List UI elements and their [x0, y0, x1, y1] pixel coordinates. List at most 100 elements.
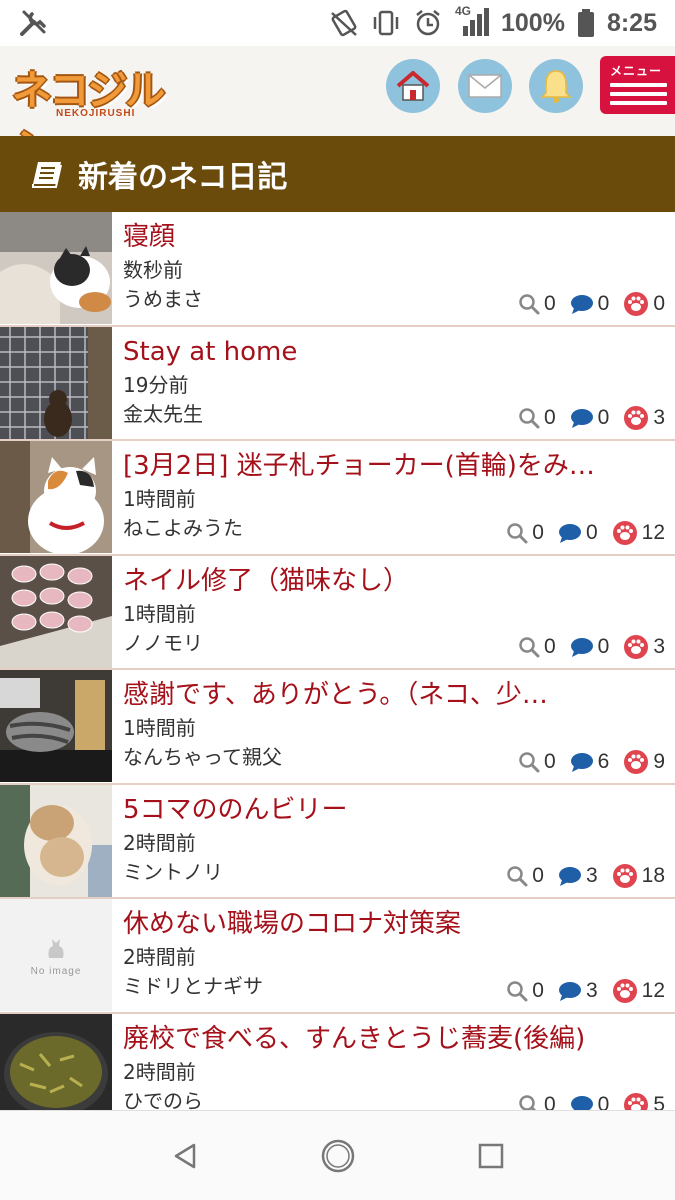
signal-icon: [463, 8, 489, 36]
entry-thumbnail[interactable]: [0, 670, 112, 782]
diary-entry[interactable]: 廃校で食べる、すんきとうじ蕎麦(後編) 2時間前 ひでのら 0 0 5: [0, 1013, 675, 1110]
section-header: 新着のネコ日記: [0, 136, 675, 212]
entry-thumbnail[interactable]: [0, 441, 112, 553]
entry-title[interactable]: [3月2日] 迷子札チョーカー(首輪)をみ…: [123, 447, 658, 485]
logo-subtext: NEKOJIRUSHI: [56, 108, 136, 119]
entry-stats: 0 0 5: [510, 1092, 665, 1110]
cat-photo-thumbnail: [0, 212, 112, 324]
clock: 8:25: [606, 8, 657, 37]
cat-photo-thumbnail: [0, 326, 112, 439]
menu-button[interactable]: メニュー: [600, 56, 675, 114]
views-count: 0: [532, 520, 544, 544]
comments-count: 6: [597, 749, 610, 773]
entry-stats: 0 0 3: [510, 405, 665, 431]
bell-icon: [540, 70, 572, 103]
comment-icon: [570, 752, 593, 772]
entry-title[interactable]: ネイル修了（猫味なし）: [123, 562, 658, 600]
likes-count: 9: [653, 749, 665, 773]
views-count: 0: [532, 864, 544, 887]
notifications-button[interactable]: [529, 59, 583, 113]
likes-count: 5: [653, 1093, 665, 1110]
cat-photo-thumbnail: [0, 670, 112, 782]
entry-stats: 0 0 3: [510, 634, 665, 660]
no-sim-icon: [331, 9, 357, 37]
entry-title[interactable]: Stay at home: [123, 333, 658, 371]
section-title: 新着のネコ日記: [78, 160, 288, 195]
paw-icon: [624, 749, 649, 774]
likes-count: 12: [641, 978, 665, 1002]
cat-silhouette-icon: [48, 938, 64, 958]
paw-icon: [612, 864, 637, 888]
entry-title[interactable]: 休めない職場のコロナ対策案: [123, 905, 658, 943]
paw-icon: [612, 978, 637, 1003]
book-icon: [32, 162, 62, 188]
cat-photo-thumbnail: [0, 784, 112, 897]
entry-time: 1時間前: [123, 601, 196, 626]
battery-percent: 100%: [501, 8, 565, 37]
likes-count: 12: [641, 520, 665, 544]
battery-icon: [577, 9, 594, 37]
entry-title[interactable]: 5コマののんビリー: [123, 791, 658, 829]
comment-icon: [570, 294, 593, 314]
home-icon: [396, 71, 430, 101]
diary-entry[interactable]: No image 休めない職場のコロナ対策案 2時間前 ミドリとナギサ 0 3 …: [0, 899, 675, 1014]
alarm-icon: [416, 10, 440, 36]
comment-icon: [558, 523, 581, 543]
back-icon[interactable]: [170, 1141, 200, 1171]
status-bar: 4G 100% 8:25: [0, 0, 675, 46]
entry-title[interactable]: 廃校で食べる、すんきとうじ蕎麦(後編): [123, 1020, 658, 1058]
mail-button[interactable]: [458, 59, 512, 113]
recents-icon[interactable]: [477, 1142, 505, 1170]
diary-entry[interactable]: [3月2日] 迷子札チョーカー(首輪)をみ… 1時間前 ねこよみうた 0 0 1…: [0, 441, 675, 556]
paw-icon: [624, 291, 649, 316]
comments-count: 0: [597, 635, 610, 658]
likes-count: 3: [653, 406, 665, 429]
site-logo[interactable]: ネコジルシ NEKOJIRUSHI: [12, 58, 184, 172]
entry-title[interactable]: 寝顔: [123, 218, 658, 256]
comment-icon: [558, 867, 581, 886]
likes-count: 18: [641, 864, 665, 887]
entry-thumbnail[interactable]: [0, 555, 112, 668]
diary-entry[interactable]: ネイル修了（猫味なし） 1時間前 ノノモリ 0 0 3: [0, 555, 675, 670]
likes-count: 3: [653, 635, 665, 658]
diary-entry[interactable]: Stay at home 19分前 金太先生 0 0 3: [0, 326, 675, 441]
comment-icon: [570, 638, 593, 657]
views-count: 0: [543, 291, 556, 315]
diary-entry[interactable]: 感謝です、ありがとう。（ネコ、少… 1時間前 なんちゃって親父 0 6 9: [0, 670, 675, 785]
entry-title[interactable]: 感謝です、ありがとう。（ネコ、少…: [123, 676, 658, 714]
comments-count: 3: [585, 864, 598, 887]
entry-time: 1時間前: [123, 716, 196, 740]
comment-icon: [558, 981, 581, 1001]
home-nav-icon[interactable]: [320, 1138, 356, 1174]
entry-time: 2時間前: [123, 830, 196, 855]
entry-thumbnail[interactable]: No image: [0, 899, 112, 1011]
views-icon: [507, 866, 528, 887]
views-count: 0: [532, 978, 544, 1002]
vibrate-icon: [373, 10, 399, 36]
entry-time: 2時間前: [123, 945, 196, 969]
comments-count: 3: [585, 978, 598, 1002]
views-icon: [507, 522, 528, 543]
menu-bar-icon: [610, 83, 667, 87]
home-button[interactable]: [386, 59, 440, 113]
entry-thumbnail[interactable]: [0, 212, 112, 324]
entry-time: 数秒前: [123, 258, 183, 282]
mail-icon: [468, 74, 502, 98]
comment-icon: [570, 409, 593, 428]
views-icon: [519, 637, 540, 658]
diary-entry[interactable]: 5コマののんビリー 2時間前 ミントノリ 0 3 18: [0, 784, 675, 899]
views-icon: [507, 980, 528, 1001]
entry-thumbnail[interactable]: [0, 326, 112, 439]
paw-icon: [624, 406, 649, 430]
diary-entry[interactable]: 寝顔 数秒前 うめまさ 0 0 0: [0, 212, 675, 327]
paw-icon: [624, 1093, 649, 1110]
paw-icon: [624, 635, 649, 659]
comments-count: 0: [597, 406, 610, 429]
entry-stats: 0 0 0: [510, 291, 665, 317]
entry-thumbnail[interactable]: [0, 1013, 112, 1110]
diary-list: 寝顔 数秒前 うめまさ 0 0 0 Stay at home 19分前 金太先生…: [0, 212, 675, 1110]
comments-count: 0: [597, 291, 610, 315]
entry-stats: 0 3 12: [498, 978, 665, 1004]
entry-time: 19分前: [123, 372, 189, 397]
entry-thumbnail[interactable]: [0, 784, 112, 897]
